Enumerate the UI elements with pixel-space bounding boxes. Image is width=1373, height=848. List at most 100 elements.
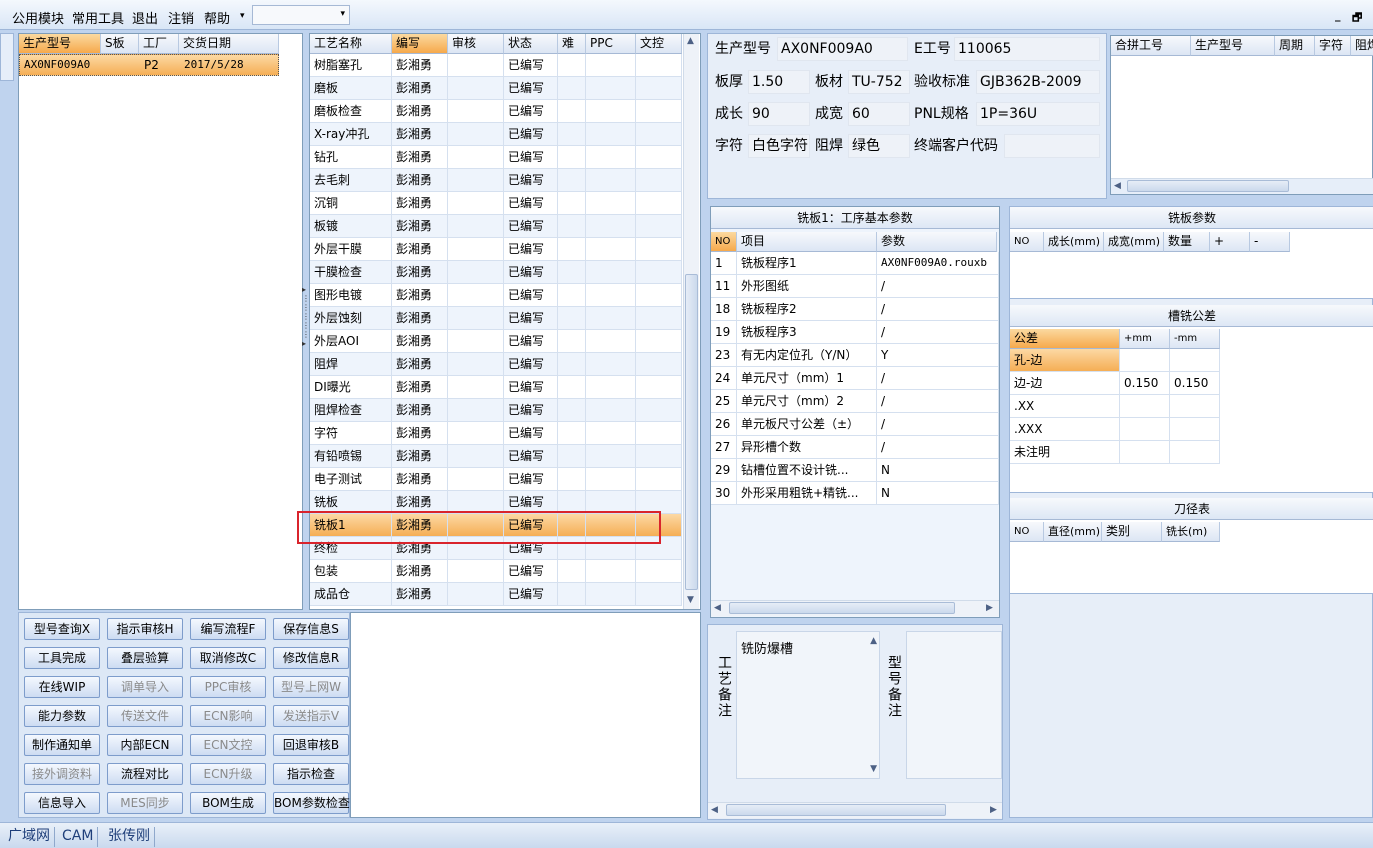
char-field[interactable]: 白色字符 [748, 134, 810, 158]
table-row[interactable]: 有铅喷锡 彭湘勇 已编写 [310, 445, 682, 468]
col-header-factory[interactable]: 工厂 [139, 34, 179, 54]
col-header-delivery-date[interactable]: 交货日期 [179, 34, 279, 54]
table-row[interactable]: 磨板 彭湘勇 已编写 [310, 77, 682, 100]
standard-field[interactable]: GJB362B-2009 [976, 70, 1100, 94]
e-no-field[interactable]: 110065 [954, 37, 1100, 61]
scroll-left-icon[interactable]: ◀ [1114, 181, 1121, 191]
col-header-diameter[interactable]: 直径(mm) [1044, 522, 1102, 542]
action-button-19[interactable]: 回退审核B [273, 734, 349, 756]
menu-help[interactable]: 帮助 [204, 8, 230, 27]
scroll-up-icon[interactable]: ▲ [687, 36, 694, 46]
table-row[interactable]: 26 单元板尺寸公差（±） / [711, 413, 999, 436]
col-header-minus-mm[interactable]: -mm [1170, 329, 1220, 349]
length-field[interactable]: 90 [748, 102, 810, 126]
col-header-mill-length[interactable]: 铣长(m) [1162, 522, 1220, 542]
table-row[interactable]: 未注明 [1010, 441, 1220, 464]
remarks-horizontal-scrollbar[interactable]: ◀ ▶ [708, 802, 1002, 818]
scroll-thumb[interactable] [1127, 180, 1289, 192]
table-row[interactable]: 29 钻槽位置不设计铣... N [711, 459, 999, 482]
col-header-merge-model[interactable]: 生产型号 [1191, 36, 1275, 56]
table-row[interactable]: 孔-边 [1010, 349, 1220, 372]
action-button-24[interactable]: 信息导入 [24, 792, 100, 814]
table-row[interactable]: 25 单元尺寸（mm）2/ [711, 390, 999, 413]
table-row[interactable]: 外层干膜 彭湘勇 已编写 [310, 238, 682, 261]
action-button-14[interactable]: ECN影响 [190, 705, 266, 727]
table-row[interactable]: 外层AOI 彭湘勇 已编写 [310, 330, 682, 353]
action-button-27[interactable]: BOM参数检查 [273, 792, 350, 814]
scroll-left-icon[interactable]: ◀ [711, 805, 718, 815]
scroll-left-icon[interactable]: ◀ [714, 603, 721, 613]
action-button-12[interactable]: 能力参数 [24, 705, 100, 727]
table-row[interactable]: 阻焊检查 彭湘勇 已编写 [310, 399, 682, 422]
menu-exit[interactable]: 退出 [132, 8, 158, 27]
pnl-field[interactable]: 1P=36U [976, 102, 1100, 126]
table-row[interactable]: 电子测试 彭湘勇 已编写 [310, 468, 682, 491]
customer-code-field[interactable] [1004, 134, 1100, 158]
table-row[interactable]: 27 异形槽个数 / [711, 436, 999, 459]
col-header-doc-control[interactable]: 文控 [636, 34, 682, 54]
menu-overflow-icon[interactable]: ▾ [240, 11, 245, 21]
width-field[interactable]: 60 [848, 102, 910, 126]
table-row[interactable]: 30 外形采用粗铣+精铣... N [711, 482, 999, 505]
scroll-thumb[interactable] [729, 602, 955, 614]
col-header-char[interactable]: 字符 [1315, 36, 1351, 56]
action-button-10[interactable]: PPC审核 [190, 676, 266, 698]
scroll-down-icon[interactable]: ▼ [870, 764, 877, 774]
side-collapse-tab[interactable] [0, 33, 14, 81]
table-row[interactable]: .XX [1010, 395, 1220, 418]
scroll-thumb[interactable] [726, 804, 946, 816]
col-header-plus-mm[interactable]: +mm [1120, 329, 1170, 349]
col-header-difficulty[interactable]: 难 [558, 34, 586, 54]
scroll-right-icon[interactable]: ▶ [990, 805, 997, 815]
table-row[interactable]: X-ray冲孔 彭湘勇 已编写 [310, 123, 682, 146]
action-button-16[interactable]: 制作通知单 [24, 734, 100, 756]
mask-field[interactable]: 绿色 [848, 134, 910, 158]
action-button-23[interactable]: 指示检查 [273, 763, 349, 785]
restore-button[interactable]: 🗗 [1352, 9, 1362, 28]
action-button-5[interactable]: 叠层验算 [107, 647, 183, 669]
col-header-qty[interactable]: 数量 [1164, 232, 1210, 252]
table-row[interactable]: 干膜检查 彭湘勇 已编写 [310, 261, 682, 284]
model-field[interactable]: AX0NF009A0 [777, 37, 908, 61]
table-row[interactable]: 成品仓 彭湘勇 已编写 [310, 583, 682, 606]
action-button-17[interactable]: 内部ECN [107, 734, 183, 756]
process-remark-text[interactable]: 铣防爆槽 ▲ ▼ [736, 631, 880, 779]
table-row[interactable]: 24 单元尺寸（mm）1/ [711, 367, 999, 390]
action-button-6[interactable]: 取消修改C [190, 647, 266, 669]
col-header-s-board[interactable]: S板 [101, 34, 139, 54]
table-row[interactable]: 18 铣板程序2/ [711, 298, 999, 321]
table-row[interactable]: 外层蚀刻 彭湘勇 已编写 [310, 307, 682, 330]
splitter-handle[interactable]: ▸ ⋮ ⋮ ⋮ ⋮ ⋮ ▸ [302, 285, 310, 355]
col-header-merge-no[interactable]: 合拼工号 [1111, 36, 1191, 56]
col-header-plus[interactable]: + [1210, 232, 1250, 252]
action-button-15[interactable]: 发送指示V [273, 705, 349, 727]
action-button-18[interactable]: ECN文控 [190, 734, 266, 756]
menu-public-module[interactable]: 公用模块 [12, 8, 64, 27]
scroll-up-icon[interactable]: ▲ [870, 636, 877, 646]
action-button-2[interactable]: 编写流程F [190, 618, 266, 640]
table-row[interactable]: 阻焊 彭湘勇 已编写 [310, 353, 682, 376]
table-row[interactable]: 字符 彭湘勇 已编写 [310, 422, 682, 445]
col-header-ppc[interactable]: PPC [586, 34, 636, 54]
action-button-26[interactable]: BOM生成 [190, 792, 266, 814]
col-header-period[interactable]: 周期 [1275, 36, 1315, 56]
col-header-writer[interactable]: 编写 [392, 34, 448, 54]
action-button-11[interactable]: 型号上网W [273, 676, 349, 698]
col-header-length[interactable]: 成长(mm) [1044, 232, 1104, 252]
table-row[interactable]: 钻孔 彭湘勇 已编写 [310, 146, 682, 169]
table-row[interactable]: AX0NF009A0 P2 2017/5/28 [19, 54, 279, 76]
action-button-4[interactable]: 工具完成 [24, 647, 100, 669]
action-button-13[interactable]: 传送文件 [107, 705, 183, 727]
col-header-mask[interactable]: 阻焊 [1351, 36, 1373, 56]
action-button-21[interactable]: 流程对比 [107, 763, 183, 785]
action-button-9[interactable]: 调单导入 [107, 676, 183, 698]
scroll-right-icon[interactable]: ▶ [986, 603, 993, 613]
col-header-width[interactable]: 成宽(mm) [1104, 232, 1164, 252]
scroll-down-icon[interactable]: ▼ [687, 595, 694, 605]
model-remark-text[interactable] [906, 631, 1002, 779]
merge-horizontal-scrollbar[interactable]: ◀ [1111, 178, 1373, 194]
params-horizontal-scrollbar[interactable]: ◀ ▶ [711, 600, 999, 616]
minimize-button[interactable]: _ [1335, 9, 1341, 22]
col-header-param[interactable]: 参数 [877, 232, 997, 252]
action-button-25[interactable]: MES同步 [107, 792, 183, 814]
